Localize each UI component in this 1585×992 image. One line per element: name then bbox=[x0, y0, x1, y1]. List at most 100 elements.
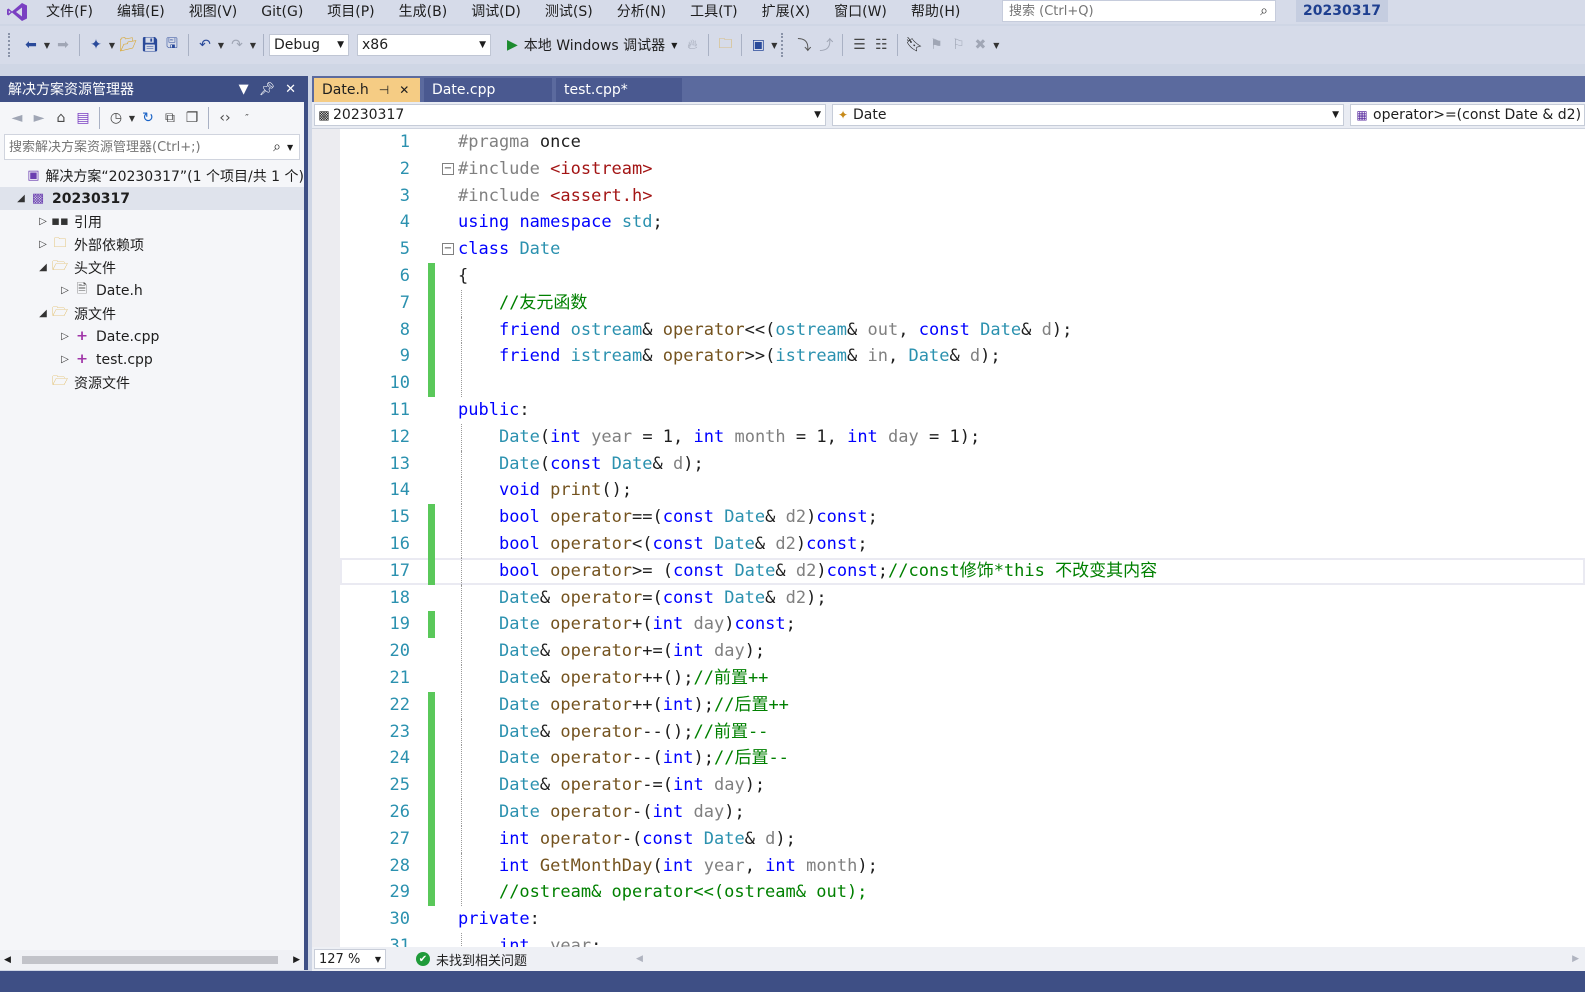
screenshot-icon[interactable]: ▣ bbox=[747, 33, 769, 57]
code-line[interactable]: 29 //ostream& operator<<(ostream& out); bbox=[340, 879, 1585, 907]
step-into-icon[interactable]: ⤵ bbox=[793, 33, 815, 57]
document-tab[interactable]: Date.h ⊣ ✕ bbox=[314, 78, 420, 102]
close-tab-icon[interactable]: ✕ bbox=[399, 83, 409, 97]
menu-item[interactable]: 调试(D) bbox=[459, 0, 533, 24]
pin-icon[interactable]: 📌︎ bbox=[259, 82, 276, 97]
code-line[interactable]: 10 bbox=[340, 370, 1585, 397]
filter-dropdown-icon[interactable]: ▼ bbox=[127, 114, 137, 123]
menu-item[interactable]: 扩展(X) bbox=[750, 0, 823, 24]
step-over-icon[interactable]: ⤴ bbox=[815, 33, 837, 57]
search-options-dropdown-icon[interactable]: ▼ bbox=[287, 143, 299, 152]
solution-explorer-search-input[interactable] bbox=[5, 139, 267, 155]
solution-explorer-title-bar[interactable]: 解决方案资源管理器 ▼ 📌︎ ✕ bbox=[0, 76, 304, 102]
collapse-region-icon[interactable]: − bbox=[442, 162, 454, 175]
code-line[interactable]: 27 int operator-(const Date& d); bbox=[340, 825, 1585, 853]
menu-item[interactable]: 分析(N) bbox=[605, 0, 678, 24]
forward-icon[interactable]: ► bbox=[28, 106, 50, 130]
next-bookmark-icon[interactable]: ⚐ bbox=[947, 33, 969, 57]
expanded-arrow-icon[interactable]: ◢ bbox=[36, 262, 50, 273]
run-dropdown-icon[interactable]: ▼ bbox=[671, 41, 677, 50]
collapsed-arrow-icon[interactable]: ▷ bbox=[36, 216, 50, 227]
scrollbar-thumb[interactable] bbox=[22, 956, 278, 964]
code-line[interactable]: 22 Date operator++(int);//后置++ bbox=[340, 691, 1585, 719]
code-line[interactable]: 16 bool operator<(const Date& d2)const; bbox=[340, 530, 1585, 558]
expanded-arrow-icon[interactable]: ◢ bbox=[36, 308, 50, 319]
menu-item[interactable]: 生成(B) bbox=[387, 0, 460, 24]
save-all-icon[interactable]: 🖫︎ bbox=[161, 33, 183, 57]
scroll-left-icon[interactable]: ◀ bbox=[4, 955, 11, 965]
bookmark-icon[interactable]: 🔖︎ bbox=[903, 33, 925, 57]
code-line[interactable]: 23 Date& operator--();//前置-- bbox=[340, 718, 1585, 746]
menu-item[interactable]: 项目(P) bbox=[315, 0, 386, 24]
code-line[interactable]: 21 Date& operator++();//前置++ bbox=[340, 664, 1585, 692]
code-line[interactable]: 18 Date& operator=(const Date& d2); bbox=[340, 584, 1585, 612]
collapse-region-icon[interactable]: − bbox=[442, 243, 454, 256]
tree-item[interactable]: 🗁︎ 资源文件 bbox=[0, 371, 304, 394]
toolbar-grip[interactable] bbox=[781, 33, 787, 57]
start-debugging-button[interactable]: ▶ 本地 Windows 调试器 ▼ bbox=[503, 35, 681, 55]
collapsed-arrow-icon[interactable]: ▷ bbox=[36, 239, 50, 250]
scope-combo[interactable]: ✦ Date ▼ bbox=[832, 104, 1344, 126]
tree-item[interactable]: ▷ 🗀︎ 外部依赖项 bbox=[0, 233, 304, 256]
hot-reload-icon[interactable]: 🔥︎ bbox=[681, 33, 703, 57]
home-icon[interactable]: ⌂ bbox=[50, 106, 72, 130]
code-line[interactable]: 8 friend ostream& operator<<(ostream& ou… bbox=[340, 316, 1585, 344]
glyph-margin[interactable] bbox=[312, 129, 340, 947]
code-line[interactable]: 17 bool operator>= (const Date& d2)const… bbox=[340, 557, 1585, 585]
close-icon[interactable]: ✕ bbox=[285, 82, 296, 97]
code-line[interactable]: 3 #include <assert.h> bbox=[340, 183, 1585, 210]
code-line[interactable]: 9 friend istream& operator>>(istream& in… bbox=[340, 343, 1585, 371]
collapsed-arrow-icon[interactable]: ▷ bbox=[58, 331, 72, 342]
open-folder-icon[interactable]: 📂︎ bbox=[117, 33, 139, 57]
pin-tab-icon[interactable]: ⊣ bbox=[379, 83, 389, 97]
quick-launch-input[interactable] bbox=[1003, 2, 1253, 20]
tree-item[interactable]: ▷ ▪▪ 引用 bbox=[0, 210, 304, 233]
code-line[interactable]: 5 − class Date bbox=[340, 236, 1585, 263]
document-tab[interactable]: test.cpp* bbox=[556, 78, 682, 102]
menu-item[interactable]: 工具(T) bbox=[678, 0, 749, 24]
solution-explorer-search[interactable]: ⌕ ▼ bbox=[4, 134, 300, 160]
code-line[interactable]: 25 Date& operator-=(int day); bbox=[340, 772, 1585, 799]
back-icon[interactable]: ◄ bbox=[6, 106, 28, 130]
code-view-icon[interactable]: ‹› bbox=[214, 106, 236, 130]
code-line[interactable]: 24 Date operator--(int);//后置-- bbox=[340, 745, 1585, 773]
code-line[interactable]: 6{ bbox=[340, 262, 1585, 290]
redo-icon[interactable]: ↷ bbox=[226, 33, 248, 57]
code-line[interactable]: 12 Date(int year = 1, int month = 1, int… bbox=[340, 423, 1585, 451]
collapsed-arrow-icon[interactable]: ▷ bbox=[58, 285, 72, 296]
new-project-icon[interactable]: ✦ bbox=[85, 33, 107, 57]
menu-item[interactable]: 窗口(W) bbox=[822, 0, 899, 24]
clear-bookmarks-icon[interactable]: ✖ bbox=[969, 33, 991, 57]
menu-item[interactable]: Git(G) bbox=[249, 0, 315, 24]
switch-views-icon[interactable]: ▤ bbox=[72, 106, 94, 130]
tree-item[interactable]: ▷ ➕︎ Date.cpp bbox=[0, 325, 304, 348]
menu-item[interactable]: 测试(S) bbox=[533, 0, 605, 24]
code-line[interactable]: 26 Date operator-(int day); bbox=[340, 798, 1585, 826]
undo-dropdown-icon[interactable]: ▼ bbox=[216, 41, 226, 50]
tree-item[interactable]: ▣ 解决方案“20230317”(1 个项目/共 1 个) bbox=[0, 164, 304, 187]
new-dropdown-icon[interactable]: ▼ bbox=[107, 41, 117, 50]
scroll-left-icon[interactable]: ◀ bbox=[636, 954, 643, 964]
code-line[interactable]: 19 Date operator+(int day)const; bbox=[340, 611, 1585, 639]
platform-select[interactable]: x86 ▼ bbox=[357, 34, 491, 56]
toolbar-overflow-icon[interactable]: ▼ bbox=[769, 41, 779, 50]
code-line[interactable]: 31 int _year; bbox=[340, 932, 1585, 947]
menu-item[interactable]: 编辑(E) bbox=[105, 0, 177, 24]
find-in-files-icon[interactable]: 🗀︎ bbox=[714, 33, 736, 57]
member-combo[interactable]: ▦ operator>=(const Date & d2) bbox=[1350, 104, 1585, 126]
code-line[interactable]: 30 private: bbox=[340, 906, 1585, 933]
search-icon[interactable]: ⌕ bbox=[1253, 3, 1275, 19]
code-line[interactable]: 13 Date(const Date& d); bbox=[340, 450, 1585, 478]
configuration-select[interactable]: Debug ▼ bbox=[269, 34, 349, 56]
tree-item[interactable]: ◢ 🗁︎ 源文件 bbox=[0, 302, 304, 325]
project-combo[interactable]: ▩ 20230317 ▼ bbox=[314, 104, 826, 126]
code-line[interactable]: 20 Date& operator+=(int day); bbox=[340, 638, 1585, 665]
issues-status[interactable]: ✔ 未找到相关问题 bbox=[416, 950, 527, 969]
back-dropdown-icon[interactable]: ▼ bbox=[42, 41, 52, 50]
code-line[interactable]: 15 bool operator==(const Date& d2)const; bbox=[340, 504, 1585, 531]
code-line[interactable]: 14 void print(); bbox=[340, 477, 1585, 505]
search-icon[interactable]: ⌕ bbox=[267, 139, 287, 155]
navigate-back-icon[interactable]: ⬅ bbox=[20, 33, 42, 57]
collapse-all-icon[interactable]: ⧉ bbox=[159, 106, 181, 130]
undo-icon[interactable]: ↶ bbox=[194, 33, 216, 57]
